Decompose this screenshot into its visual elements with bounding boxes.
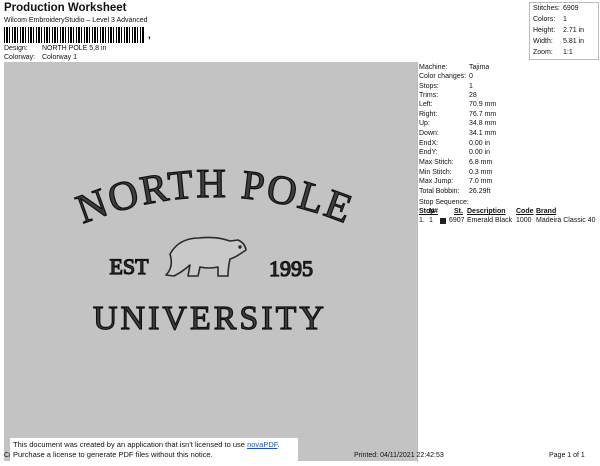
notice-line-1: This document was created by an applicat… bbox=[13, 440, 280, 449]
info-endy: EndY: 0.00 in bbox=[419, 149, 491, 156]
stop-sequence-header: Stop N# St. Description Code Brand bbox=[419, 208, 597, 216]
barcode-suffix: , bbox=[148, 30, 151, 41]
info-min-stitch: Min Stitch: 0.3 mm bbox=[419, 169, 493, 176]
info-right: Right: 76.7 mm bbox=[419, 111, 497, 118]
col-code: Code bbox=[516, 208, 534, 215]
col-brand: Brand bbox=[536, 208, 557, 215]
info-trims: Trims: 28 bbox=[419, 92, 477, 99]
info-up: Up: 34.8 mm bbox=[419, 120, 497, 127]
colorway-label: Colorway: bbox=[4, 54, 36, 61]
footer-page: Page 1 of 1 bbox=[549, 452, 585, 459]
info-endx: EndX: 0.00 in bbox=[419, 140, 491, 147]
design-preview: NORTH POLE EST 1995 UNIVERSITY bbox=[4, 62, 417, 461]
row-stop: 1. bbox=[419, 217, 425, 224]
info-max-stitch: Max Stitch: 6.8 mm bbox=[419, 159, 493, 166]
embroidery-design: NORTH POLE EST 1995 UNIVERSITY bbox=[69, 159, 360, 337]
panel-divider bbox=[417, 62, 418, 462]
design-value: NORTH POLE 5,8 in bbox=[41, 45, 107, 52]
footer-printed: Printed: 04/11/2021 22:42:53 bbox=[354, 452, 444, 459]
design-line-north-pole: NORTH POLE bbox=[70, 160, 360, 232]
row-brand: Madeira Classic 40 bbox=[536, 217, 596, 224]
design-label: Design: bbox=[4, 45, 28, 52]
info-stops: Stops: 1 bbox=[419, 83, 473, 90]
info-left: Left: 70.9 mm bbox=[419, 101, 497, 108]
colorway-row: Colorway: Colorway 1 bbox=[4, 54, 77, 62]
info-machine: Machine: Tajima bbox=[419, 64, 490, 71]
col-description: Description bbox=[467, 208, 506, 215]
summary-colors: Colors: 1 bbox=[533, 16, 567, 23]
novapdf-link[interactable]: novaPDF bbox=[247, 440, 277, 449]
info-max-jump: Max Jump: 7.0 mm bbox=[419, 178, 493, 185]
row-description: Emerald Black bbox=[467, 217, 513, 224]
notice-line-2: Purchase a license to generate PDF files… bbox=[13, 450, 213, 459]
barcode bbox=[4, 27, 144, 43]
row-num: 1 bbox=[429, 217, 433, 224]
design-text-1995: 1995 bbox=[269, 256, 313, 281]
col-num: N# bbox=[429, 208, 438, 215]
summary-zoom: Zoom: 1:1 bbox=[533, 49, 573, 56]
info-down: Down: 34.1 mm bbox=[419, 130, 497, 137]
stop-sequence-title: Stop Sequence: bbox=[419, 199, 469, 206]
summary-stitches: Stitches: 6909 bbox=[533, 5, 579, 12]
info-color-changes: Color changes: 0 bbox=[419, 73, 473, 80]
summary-height: Height: 2.71 in bbox=[533, 27, 585, 34]
notice-text: This document was created by an applicat… bbox=[13, 440, 248, 449]
summary-width: Width: 5.81 in bbox=[533, 38, 585, 45]
design-text-est: EST bbox=[109, 254, 149, 279]
design-text-university: UNIVERSITY bbox=[93, 300, 327, 337]
software-subtitle: Wilcom EmbroideryStudio – Level 3 Advanc… bbox=[4, 17, 148, 24]
row-st: 6907 bbox=[449, 217, 465, 224]
table-row: 1. 1 6907 Emerald Black 1000 Madeira Cla… bbox=[419, 217, 597, 225]
worksheet-title: Production Worksheet bbox=[4, 2, 127, 14]
info-total-bobbin: Total Bobbin: 26.29ft bbox=[419, 188, 491, 195]
thread-color-swatch bbox=[440, 218, 446, 224]
col-st: St. bbox=[454, 208, 463, 215]
colorway-value: Colorway 1 bbox=[41, 54, 77, 61]
design-row: Design: NORTH POLE 5,8 in bbox=[4, 45, 106, 53]
summary-box: Stitches: 6909 Colors: 1 Height: 2.71 in Wi… bbox=[529, 2, 599, 60]
license-notice: This document was created by an applicat… bbox=[10, 438, 298, 464]
polar-bear-icon bbox=[165, 236, 247, 277]
row-code: 1000 bbox=[516, 217, 532, 224]
